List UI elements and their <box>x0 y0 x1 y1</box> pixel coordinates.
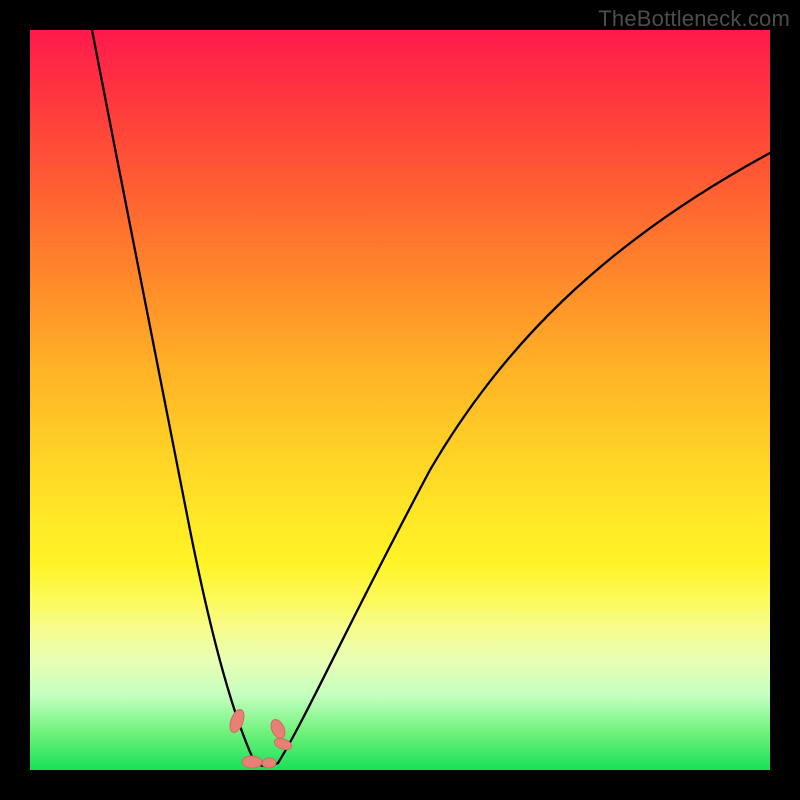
curve-left-branch <box>92 30 255 763</box>
marker-1 <box>227 708 246 735</box>
plot-area <box>30 30 770 770</box>
marker-2 <box>268 717 287 740</box>
marker-3 <box>273 736 293 752</box>
watermark-text: TheBottleneck.com <box>598 6 790 32</box>
marker-5 <box>262 758 276 768</box>
marker-group <box>227 708 293 769</box>
marker-4 <box>242 755 263 768</box>
curve-right-branch <box>278 153 770 763</box>
curve-svg <box>30 30 770 770</box>
outer-frame: TheBottleneck.com <box>0 0 800 800</box>
